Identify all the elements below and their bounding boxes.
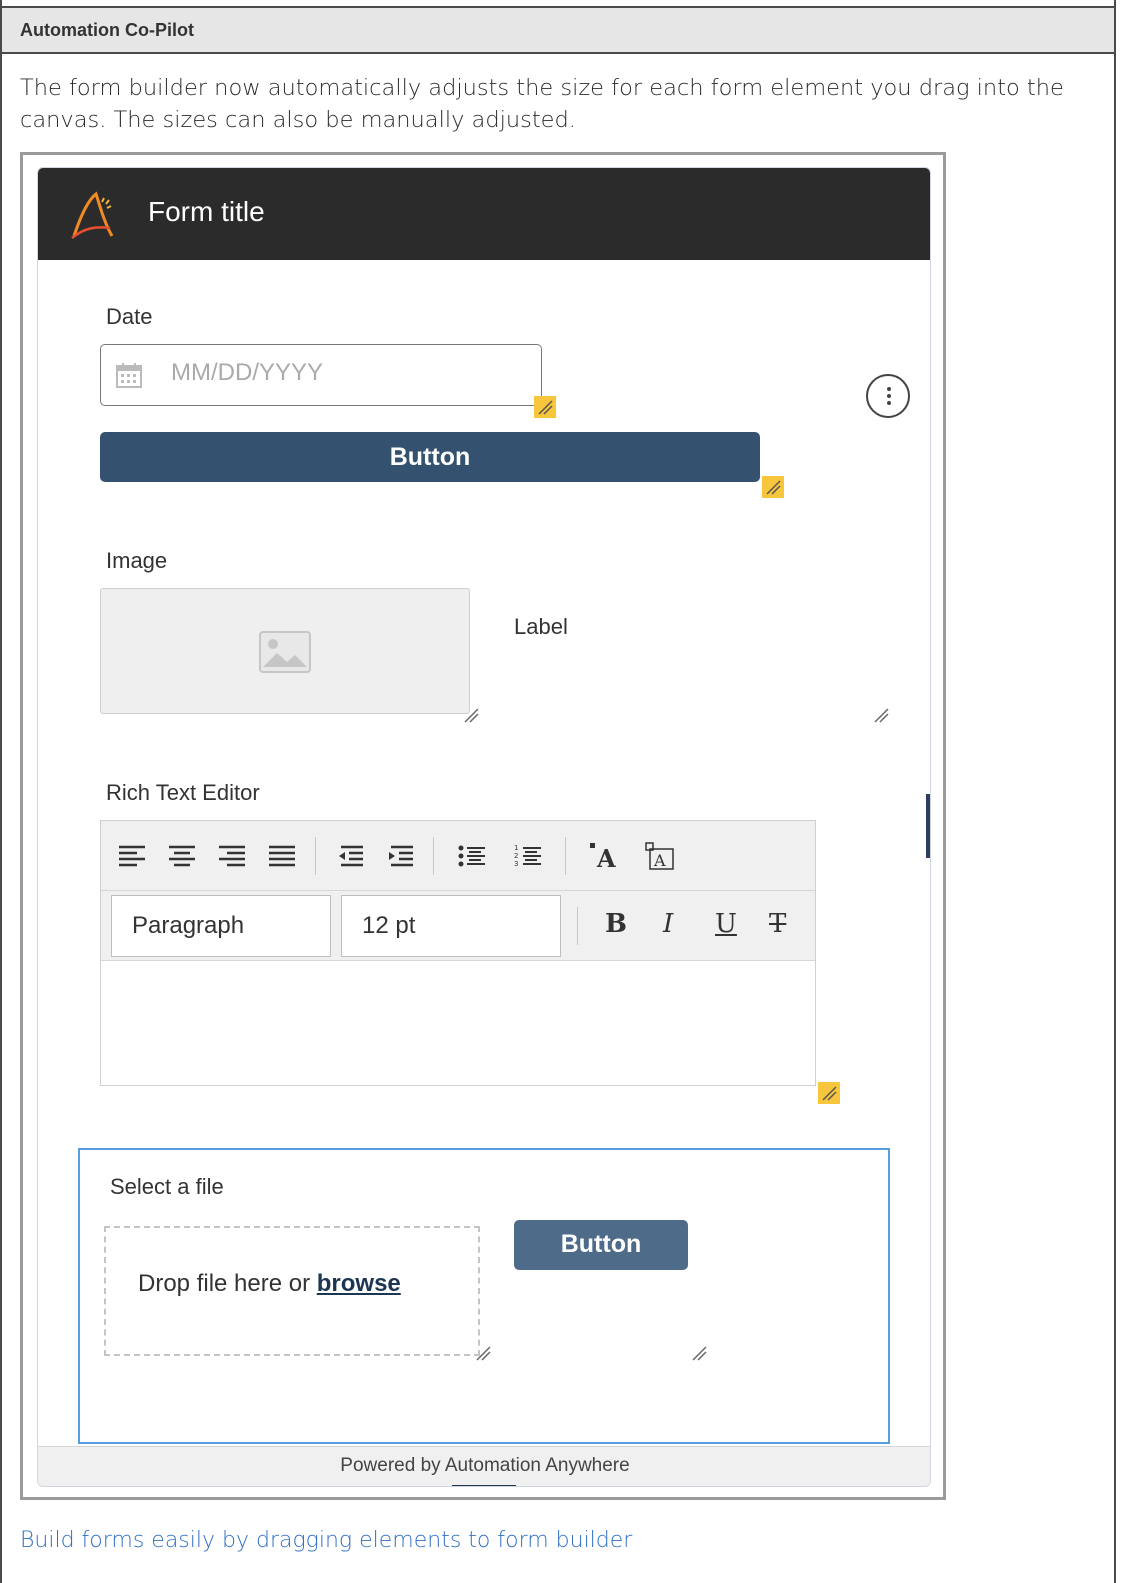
form-button[interactable]: Button (100, 432, 760, 482)
form-title: Form title (148, 196, 265, 227)
resize-handle-icon[interactable] (688, 1342, 710, 1364)
top-bar: Automation Co-Pilot (2, 6, 1114, 54)
resize-handle-icon[interactable] (762, 476, 784, 498)
align-justify-icon[interactable] (267, 841, 297, 871)
date-input[interactable]: MM/DD/YYYY (100, 344, 542, 406)
indent-icon[interactable] (385, 841, 415, 871)
paragraph-select[interactable]: Paragraph (111, 895, 331, 957)
rich-text-editor: 123 A A Paragraph 12 pt B I U T (100, 820, 816, 1086)
bold-button[interactable]: B (605, 909, 627, 939)
svg-text:A: A (653, 851, 666, 870)
italic-button[interactable]: I (663, 909, 673, 939)
file-label: Select a file (110, 1174, 224, 1199)
align-right-icon[interactable] (217, 841, 247, 871)
form-card: Form title Date MM/DD/YYYY Button Image … (37, 167, 931, 1487)
resize-handle-icon[interactable] (818, 1082, 840, 1104)
svg-text:A: A (596, 844, 616, 871)
outdent-icon[interactable] (335, 841, 365, 871)
rte-toolbar-row-2: Paragraph 12 pt B I U T (101, 891, 815, 961)
underline-button[interactable]: U (715, 909, 737, 939)
footer-indicator (452, 1485, 516, 1486)
more-options-button[interactable] (866, 374, 910, 418)
toolbar-separator (315, 837, 316, 875)
description-text: The form builder now automatically adjus… (20, 75, 1064, 133)
resize-handle-icon[interactable] (534, 396, 556, 418)
toolbar-separator (577, 907, 578, 945)
caption-link[interactable]: Build forms easily by dragging elements … (20, 1528, 632, 1553)
toolbar-separator (565, 837, 566, 875)
svg-text:1: 1 (514, 844, 518, 852)
drop-text: Drop file here or browse (138, 1270, 401, 1298)
resize-handle-icon[interactable] (460, 704, 482, 726)
image-label: Image (106, 548, 168, 573)
calendar-icon (116, 363, 142, 388)
file-upload-element[interactable]: Select a file Drop file here or browse B… (78, 1148, 890, 1444)
align-center-icon[interactable] (167, 841, 197, 871)
resize-handle-icon[interactable] (472, 1342, 494, 1364)
bullet-list-icon[interactable] (457, 841, 487, 871)
date-placeholder: MM/DD/YYYY (171, 359, 324, 386)
svg-text:3: 3 (514, 860, 518, 868)
rte-toolbar-row-1: 123 A A (101, 821, 815, 891)
strikethrough-button[interactable]: T (769, 909, 786, 939)
resize-handle-icon[interactable] (870, 704, 892, 726)
vertical-ellipsis-icon (887, 387, 891, 405)
svg-text:2: 2 (514, 852, 518, 860)
screenshot-frame: Form title Date MM/DD/YYYY Button Image … (20, 152, 946, 1500)
automation-anywhere-logo-icon (71, 191, 114, 239)
scrollbar-thumb[interactable] (926, 794, 930, 858)
toolbar-separator (433, 837, 434, 875)
image-element[interactable] (100, 588, 470, 714)
image-placeholder-icon (259, 631, 311, 673)
align-left-icon[interactable] (117, 841, 147, 871)
font-size-select[interactable]: 12 pt (341, 895, 561, 957)
browse-link[interactable]: browse (317, 1270, 401, 1297)
label-element: Label (514, 614, 568, 639)
drop-text-prefix: Drop file here or (138, 1270, 317, 1297)
file-button[interactable]: Button (514, 1220, 688, 1270)
footer-text: Powered by Automation Anywhere (340, 1455, 630, 1476)
document-frame: Automation Co-Pilot The form builder now… (0, 0, 1116, 1583)
file-drop-zone[interactable]: Drop file here or browse (104, 1226, 480, 1356)
top-bar-title: Automation Co-Pilot (20, 20, 194, 40)
date-label: Date (106, 304, 153, 329)
rich-text-editor-label: Rich Text Editor (106, 780, 260, 805)
rte-content-area[interactable] (101, 961, 815, 1085)
highlight-icon[interactable]: A (645, 841, 675, 871)
form-header: Form title (38, 168, 930, 260)
numbered-list-icon[interactable]: 123 (513, 841, 543, 871)
form-footer: Powered by Automation Anywhere (38, 1446, 930, 1486)
font-color-icon[interactable]: A (589, 841, 619, 871)
